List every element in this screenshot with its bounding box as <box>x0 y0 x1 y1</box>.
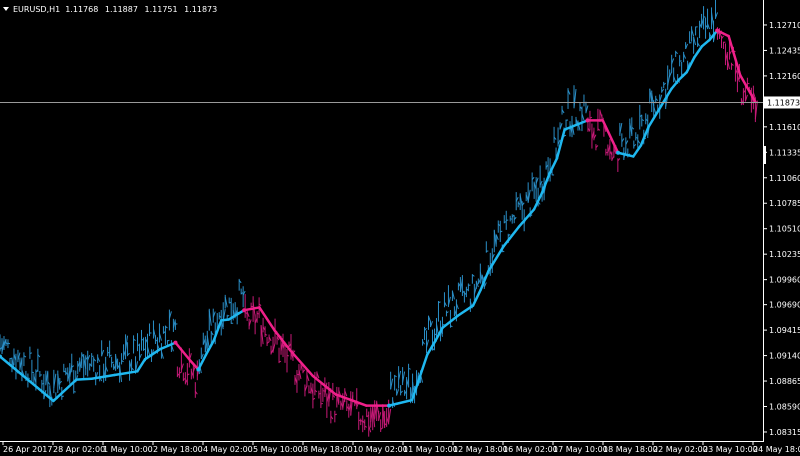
price-bar-close <box>7 342 11 345</box>
time-tick-label: 11 May 10:00 <box>403 445 458 454</box>
trend-segment <box>426 340 437 356</box>
time-tick-label: 23 May 10:00 <box>703 445 758 454</box>
price-bar-close <box>227 315 230 317</box>
time-tick-label: 5 May 10:00 <box>253 445 303 454</box>
price-chart[interactable]: 1.12710 1.12435 1.12160 1.11610 1.11335 1.110… <box>0 0 800 456</box>
price-tick-label: 1.08315 <box>769 428 800 437</box>
dropdown-arrow-icon[interactable] <box>3 7 9 11</box>
high-value: 1.11887 <box>104 4 138 14</box>
trend-segment <box>242 306 261 312</box>
symbol-timeframe: EURUSD,H1 <box>13 4 61 14</box>
trend-segment <box>727 34 742 77</box>
time-tick-label: 16 May 02:00 <box>503 445 558 454</box>
trend-segment <box>288 348 315 378</box>
trend-change-dot <box>616 150 621 155</box>
price-tick-label: 1.12710 <box>769 21 800 30</box>
time-tick-label: 2 May 18:00 <box>153 445 203 454</box>
price-tick-label: 1.10785 <box>769 199 800 208</box>
price-bar-close <box>486 250 489 252</box>
chart-window[interactable]: EURUSD,H1 1.11768 1.11887 1.11751 1.1187… <box>0 0 800 456</box>
time-tick-label: 17 May 10:00 <box>553 445 608 454</box>
price-tick-label: 1.09690 <box>769 301 800 310</box>
open-value: 1.11768 <box>65 4 99 14</box>
price-tick-label: 1.09415 <box>769 326 800 335</box>
price-tick-label: 1.08865 <box>769 377 800 386</box>
time-tick-label: 10 May 02:00 <box>353 445 408 454</box>
trend-change-dot <box>196 367 201 372</box>
trend-segment <box>174 341 192 363</box>
trend-segment <box>410 353 429 402</box>
price-axis: 1.12710 1.12435 1.12160 1.11610 1.11335 1.110… <box>763 21 800 437</box>
price-bar-close <box>29 352 33 354</box>
price-tick-label: 1.11060 <box>769 174 800 183</box>
price-tick-label: 1.12160 <box>769 72 800 81</box>
trend-segment <box>113 370 139 377</box>
time-tick-label: 8 May 18:00 <box>303 445 353 454</box>
price-tick-label: 1.09140 <box>769 352 800 361</box>
time-tick-label: 22 May 02:00 <box>653 445 708 454</box>
trend-segment <box>90 373 116 380</box>
chart-header: EURUSD,H1 1.11768 1.11887 1.11751 1.1187… <box>3 2 221 16</box>
trend-segment <box>75 377 93 381</box>
trend-segment <box>136 358 147 373</box>
current-price-label: 1.11873 <box>767 98 800 107</box>
trend-segment <box>632 144 643 158</box>
trend-segment <box>540 172 551 195</box>
time-tick-label: 24 May 18:00 <box>753 445 800 454</box>
price-tick-label: 1.11610 <box>769 123 800 132</box>
price-tick-label: 1.12435 <box>769 46 800 55</box>
price-tick-label: 1.10235 <box>769 250 800 259</box>
trend-segment <box>601 119 620 155</box>
time-tick-label: 1 May 10:00 <box>103 445 153 454</box>
trend-change-dot <box>242 308 247 313</box>
price-bars <box>0 0 758 437</box>
time-tick-label: 26 Apr 2017 <box>3 445 52 454</box>
price-bar-close <box>679 60 682 62</box>
price-bar-close <box>601 117 605 119</box>
time-tick-label: 12 May 18:00 <box>453 445 508 454</box>
trend-change-dot <box>173 340 178 345</box>
price-tick-label: 1.11335 <box>769 148 800 157</box>
trend-change-dot <box>387 403 392 408</box>
time-tick-label: 28 Apr 02:00 <box>53 445 105 454</box>
trend-segment <box>395 398 414 405</box>
price-tick-label: 1.10510 <box>769 225 800 234</box>
time-axis: 26 Apr 2017 28 Apr 02:001 May 10:00 2 May … <box>2 441 800 454</box>
time-tick-label: 18 May 18:00 <box>603 445 658 454</box>
trend-change-dot <box>715 28 720 33</box>
trend-segment <box>677 70 688 81</box>
axis-scroll-marker[interactable] <box>764 146 766 164</box>
price-bar-close <box>450 325 453 328</box>
price-bar-close <box>703 16 706 18</box>
price-tick-label: 1.09960 <box>769 276 800 285</box>
low-value: 1.11751 <box>144 4 178 14</box>
trend-segment <box>52 378 78 403</box>
trend-segment <box>517 208 536 229</box>
trend-segment <box>700 38 711 48</box>
price-tick-label: 1.08590 <box>769 403 800 412</box>
trend-segment <box>693 45 704 59</box>
time-tick-label: 4 May 02:00 <box>203 445 253 454</box>
ohlc-values: 1.11768 1.11887 1.11751 1.11873 <box>65 5 221 14</box>
close-value: 1.11873 <box>184 4 218 14</box>
trend-line <box>0 29 757 407</box>
trend-change-dot <box>585 118 590 123</box>
